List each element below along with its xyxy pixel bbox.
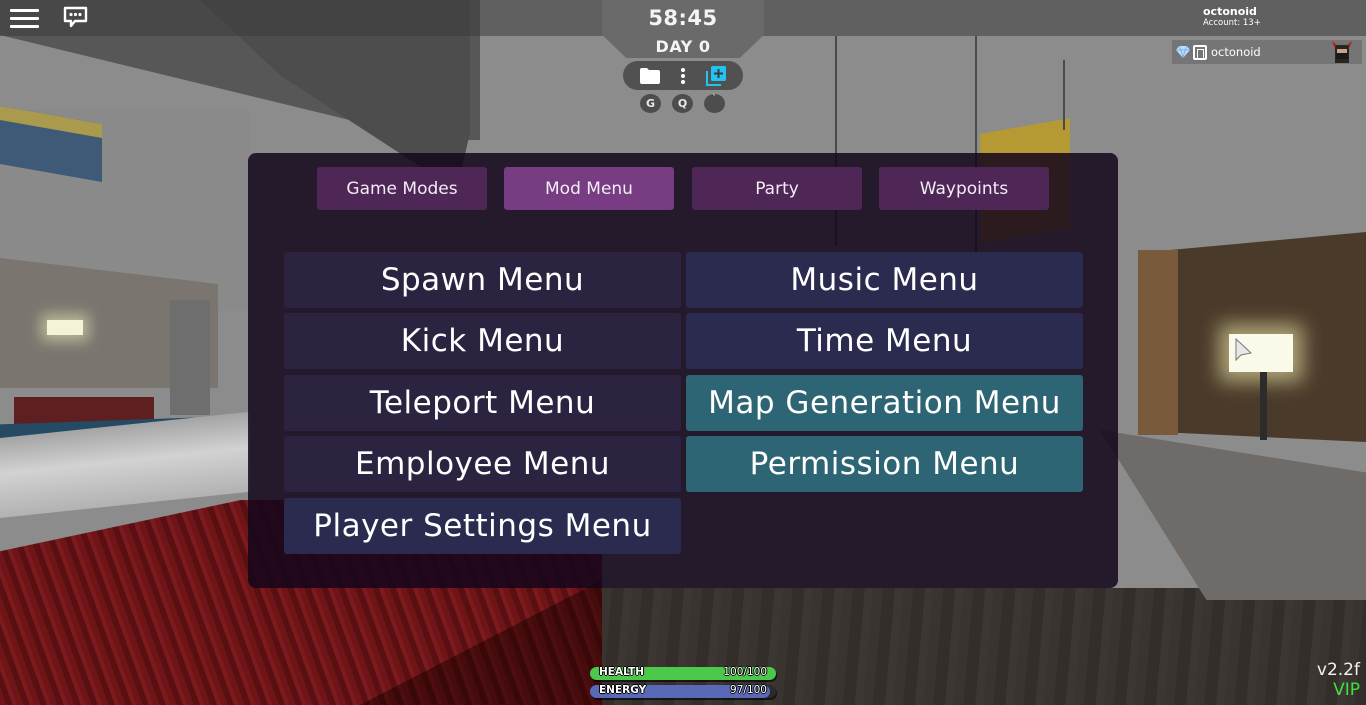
permission-menu-button[interactable]: Permission Menu [686,436,1083,492]
vip-badge: VIP [1333,680,1360,700]
version-label: v2.2f [1316,660,1360,680]
health-bar: HEALTH 100/100 [590,666,776,680]
hamburger-menu-icon[interactable] [10,7,40,29]
time-menu-button[interactable]: Time Menu [686,313,1083,369]
player-settings-menu-button[interactable]: Player Settings Menu [284,498,681,554]
round-timer: 58:45 [648,6,718,30]
player-name: octonoid [1211,45,1261,59]
day-counter: DAY 0 [655,37,711,56]
spawn-menu-button[interactable]: Spawn Menu [284,252,681,308]
mouse-cursor-icon [1235,338,1253,362]
tab-mod-menu[interactable]: Mod Menu [504,167,674,210]
account-age-label: Account: 13+ [1203,18,1261,28]
tab-party[interactable]: Party [692,167,862,210]
account-username: octonoid [1203,5,1257,18]
lamp-post [1260,372,1267,440]
player-avatar [1332,41,1352,63]
pillar [170,300,210,415]
teleport-menu-button[interactable]: Teleport Menu [284,375,681,431]
tab-waypoints[interactable]: Waypoints [879,167,1049,210]
chat-icon[interactable] [63,6,88,30]
add-layers-icon[interactable] [703,61,729,90]
wooden-booth-edge [1138,250,1178,435]
ceiling-lamp [47,320,83,335]
player-list-entry[interactable]: octonoid [1172,40,1362,64]
mod-menu-panel: Game Modes Mod Menu Party Waypoints Spaw… [248,153,1118,588]
health-value: 100/100 [723,666,767,678]
folder-icon[interactable] [637,61,663,90]
more-vertical-icon[interactable] [673,61,693,90]
premium-icon [1193,44,1207,60]
hotkey-g-button[interactable]: G [640,94,661,113]
account-info: octonoid Account: 13+ [1203,5,1261,29]
energy-value: 97/100 [730,684,767,696]
hotkey-console-button[interactable]: ` [704,94,725,113]
gem-icon [1176,45,1190,59]
tab-game-modes[interactable]: Game Modes [317,167,487,210]
map-generation-menu-button[interactable]: Map Generation Menu [686,375,1083,431]
energy-label: ENERGY [599,684,647,696]
hanging-wire [1063,60,1065,130]
employee-menu-button[interactable]: Employee Menu [284,436,681,492]
music-menu-button[interactable]: Music Menu [686,252,1083,308]
toolbar [623,61,743,90]
health-label: HEALTH [599,666,644,678]
kick-menu-button[interactable]: Kick Menu [284,313,681,369]
energy-bar: ENERGY 97/100 [590,684,776,698]
hotkey-q-button[interactable]: Q [672,94,693,113]
